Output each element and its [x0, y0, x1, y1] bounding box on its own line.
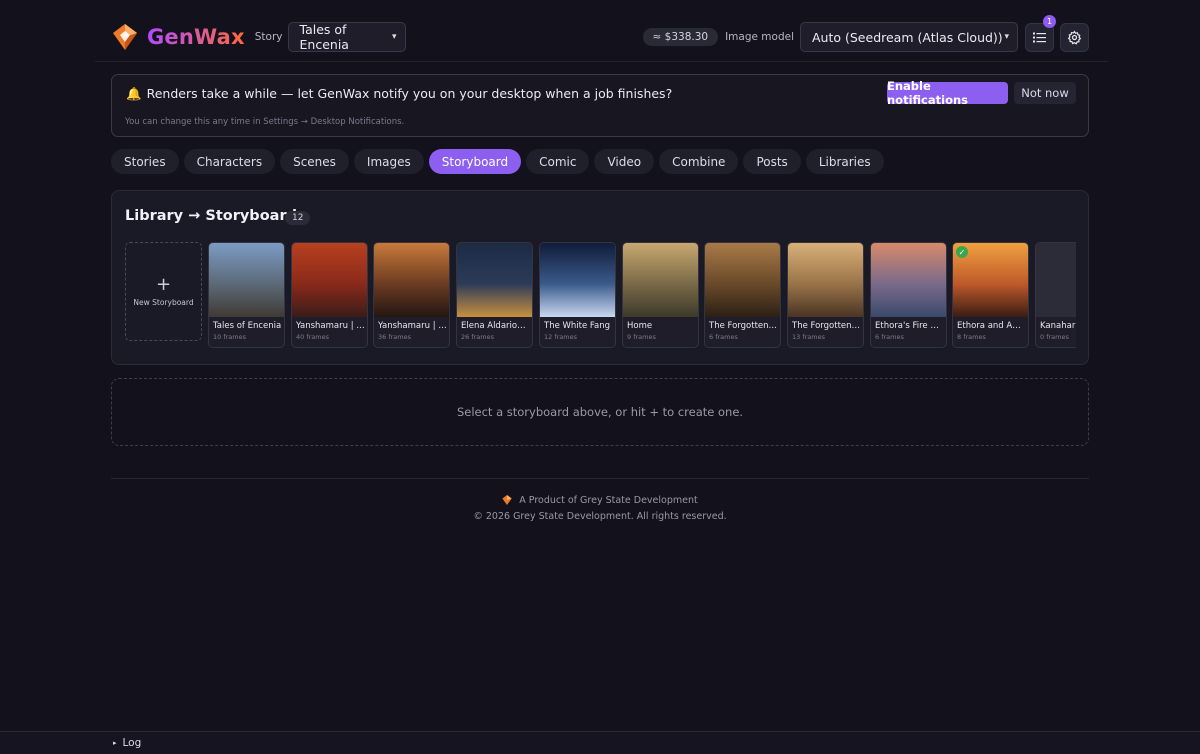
not-now-button[interactable]: Not now	[1014, 82, 1076, 104]
image-model-label: Image model	[725, 31, 794, 43]
storyboard-thumbnail	[374, 243, 449, 317]
notification-prompt: 🔔 Renders take a while — let GenWax notif…	[111, 74, 1089, 137]
header-divider	[95, 61, 1108, 62]
settings-button[interactable]	[1060, 22, 1089, 52]
storyboard-title: The Forgotten City	[709, 321, 778, 331]
genwax-logo-icon[interactable]	[112, 23, 138, 51]
app-header: GenWax Story Tales of Encenia ▾ ≈ $338.3…	[111, 14, 1089, 52]
storyboard-card[interactable]: Elena Aldarion Chronicles 26 frames	[456, 242, 533, 348]
brand-name: GenWax	[147, 25, 245, 49]
tab-combine[interactable]: Combine	[659, 149, 739, 174]
main-tabs: Stories Characters Scenes Images Storyboard C…	[111, 149, 884, 174]
tab-comic[interactable]: Comic	[526, 149, 590, 174]
footer-copyright: © 2026 Grey State Development. All right…	[473, 511, 727, 522]
tab-scenes[interactable]: Scenes	[280, 149, 349, 174]
caret-right-icon: ▸	[113, 739, 117, 747]
notification-prompt-text: 🔔 Renders take a while — let GenWax notif…	[126, 86, 673, 101]
storyboard-title: Ethora and Anwen	[957, 321, 1026, 331]
storyboard-thumbnail	[292, 243, 367, 317]
footer-product: A Product of Grey State Development	[0, 494, 1200, 506]
storyboard-title: Kanaharu	[1040, 321, 1076, 331]
storyboard-card[interactable]: The Forgotten City II 13 frames	[787, 242, 864, 348]
storyboard-frame-count: 9 frames	[627, 333, 656, 341]
storyboard-frame-count: 0 frames	[1040, 333, 1069, 341]
new-storyboard-label: New Storyboard	[133, 298, 194, 307]
storyboard-frame-count: 40 frames	[296, 333, 329, 341]
tab-storyboard[interactable]: Storyboard	[428, 149, 522, 174]
storyboard-list: Tales of Encenia 10 frames Yanshamaru | Ch…	[208, 242, 1076, 350]
footer-product-text: A Product of Grey State Development	[519, 494, 698, 506]
story-select-value: Tales of Encenia	[299, 22, 349, 52]
storyboard-thumbnail	[623, 243, 698, 317]
tab-posts[interactable]: Posts	[743, 149, 801, 174]
storyboard-card[interactable]: The White Fang 12 frames	[539, 242, 616, 348]
storyboard-frame-count: 6 frames	[709, 333, 738, 341]
image-model-value: Auto (Seedream (Atlas Cloud))	[812, 29, 1003, 45]
storyboard-card[interactable]: ✓ Ethora and Anwen 8 frames	[952, 242, 1029, 348]
log-panel-toggle[interactable]: ▸ Log	[0, 731, 1200, 754]
list-icon	[1033, 32, 1046, 42]
plus-icon: +	[155, 274, 172, 295]
image-model-select[interactable]: Auto (Seedream (Atlas Cloud)) ▾	[800, 22, 1018, 52]
bell-icon: 🔔	[126, 86, 142, 101]
storyboard-card[interactable]: Home 9 frames	[622, 242, 699, 348]
chevron-down-icon: ▾	[1004, 32, 1009, 42]
tab-images[interactable]: Images	[353, 149, 424, 174]
storyboard-frame-count: 12 frames	[544, 333, 577, 341]
tab-stories[interactable]: Stories	[111, 149, 179, 174]
storyboard-title: Ethora's Fire — Origins	[875, 321, 944, 331]
chevron-down-icon: ▾	[391, 32, 397, 42]
library-title: Library → Storyboards	[125, 208, 306, 224]
storyboard-card[interactable]: Yanshamaru | Chapter 1 40 frames	[291, 242, 368, 348]
storyboard-card[interactable]: The Forgotten City 6 frames	[704, 242, 781, 348]
storyboard-card[interactable]: Yanshamaru | Chapter 2 36 frames	[373, 242, 450, 348]
tab-characters[interactable]: Characters	[183, 149, 276, 174]
storyboard-title: Yanshamaru | Chapter 2	[378, 321, 447, 331]
selected-check-icon: ✓	[956, 246, 968, 258]
notification-prompt-subtext: You can change this any time in Settings…	[125, 117, 405, 127]
storyboard-card[interactable]: Ethora's Fire — Origins 6 frames	[870, 242, 947, 348]
log-label: Log	[122, 737, 142, 749]
footer-divider	[111, 478, 1089, 479]
storyboard-library: Library → Storyboards 12 + New Storyboar…	[111, 190, 1089, 365]
queue-button[interactable]: 1	[1025, 14, 1056, 52]
storyboard-thumbnail: K	[1036, 243, 1076, 317]
gear-icon	[1067, 29, 1082, 45]
tab-libraries[interactable]: Libraries	[805, 149, 884, 174]
enable-notifications-button[interactable]: Enable notifications	[887, 79, 1008, 107]
storyboard-title: Elena Aldarion Chronicles	[461, 321, 530, 331]
story-select[interactable]: Tales of Encenia ▾	[287, 22, 406, 52]
storyboard-frame-count: 26 frames	[461, 333, 494, 341]
storyboard-card[interactable]: Tales of Encenia 10 frames	[208, 242, 285, 348]
storyboard-thumbnail	[209, 243, 284, 317]
storyboard-card[interactable]: K Kanaharu 0 frames	[1035, 242, 1076, 348]
storyboard-title: Home	[627, 321, 653, 331]
story-label: Story	[254, 31, 283, 43]
cost-badge: ≈ $338.30	[642, 28, 719, 46]
storyboard-thumbnail	[540, 243, 615, 317]
empty-state: Select a storyboard above, or hit + to c…	[111, 378, 1089, 446]
new-storyboard-card[interactable]: + New Storyboard	[125, 242, 202, 341]
storyboard-frame-count: 6 frames	[875, 333, 904, 341]
storyboard-thumbnail	[788, 243, 863, 317]
queue-count-badge: 1	[1043, 14, 1056, 28]
storyboard-frame-count: 36 frames	[378, 333, 411, 341]
storyboard-title: The Forgotten City II	[792, 321, 861, 331]
storyboard-frame-count: 8 frames	[957, 333, 986, 341]
storyboard-thumbnail	[457, 243, 532, 317]
storyboard-frame-count: 13 frames	[792, 333, 825, 341]
storyboard-count-badge: 12	[285, 211, 311, 225]
storyboard-title: Tales of Encenia	[213, 321, 282, 331]
tab-video[interactable]: Video	[594, 149, 655, 174]
storyboard-frame-count: 10 frames	[213, 333, 246, 341]
genwax-logo-icon	[502, 495, 512, 505]
storyboard-title: Yanshamaru | Chapter 1	[296, 321, 365, 331]
storyboard-thumbnail	[871, 243, 946, 317]
storyboard-thumbnail	[705, 243, 780, 317]
storyboard-title: The White Fang	[544, 321, 611, 331]
